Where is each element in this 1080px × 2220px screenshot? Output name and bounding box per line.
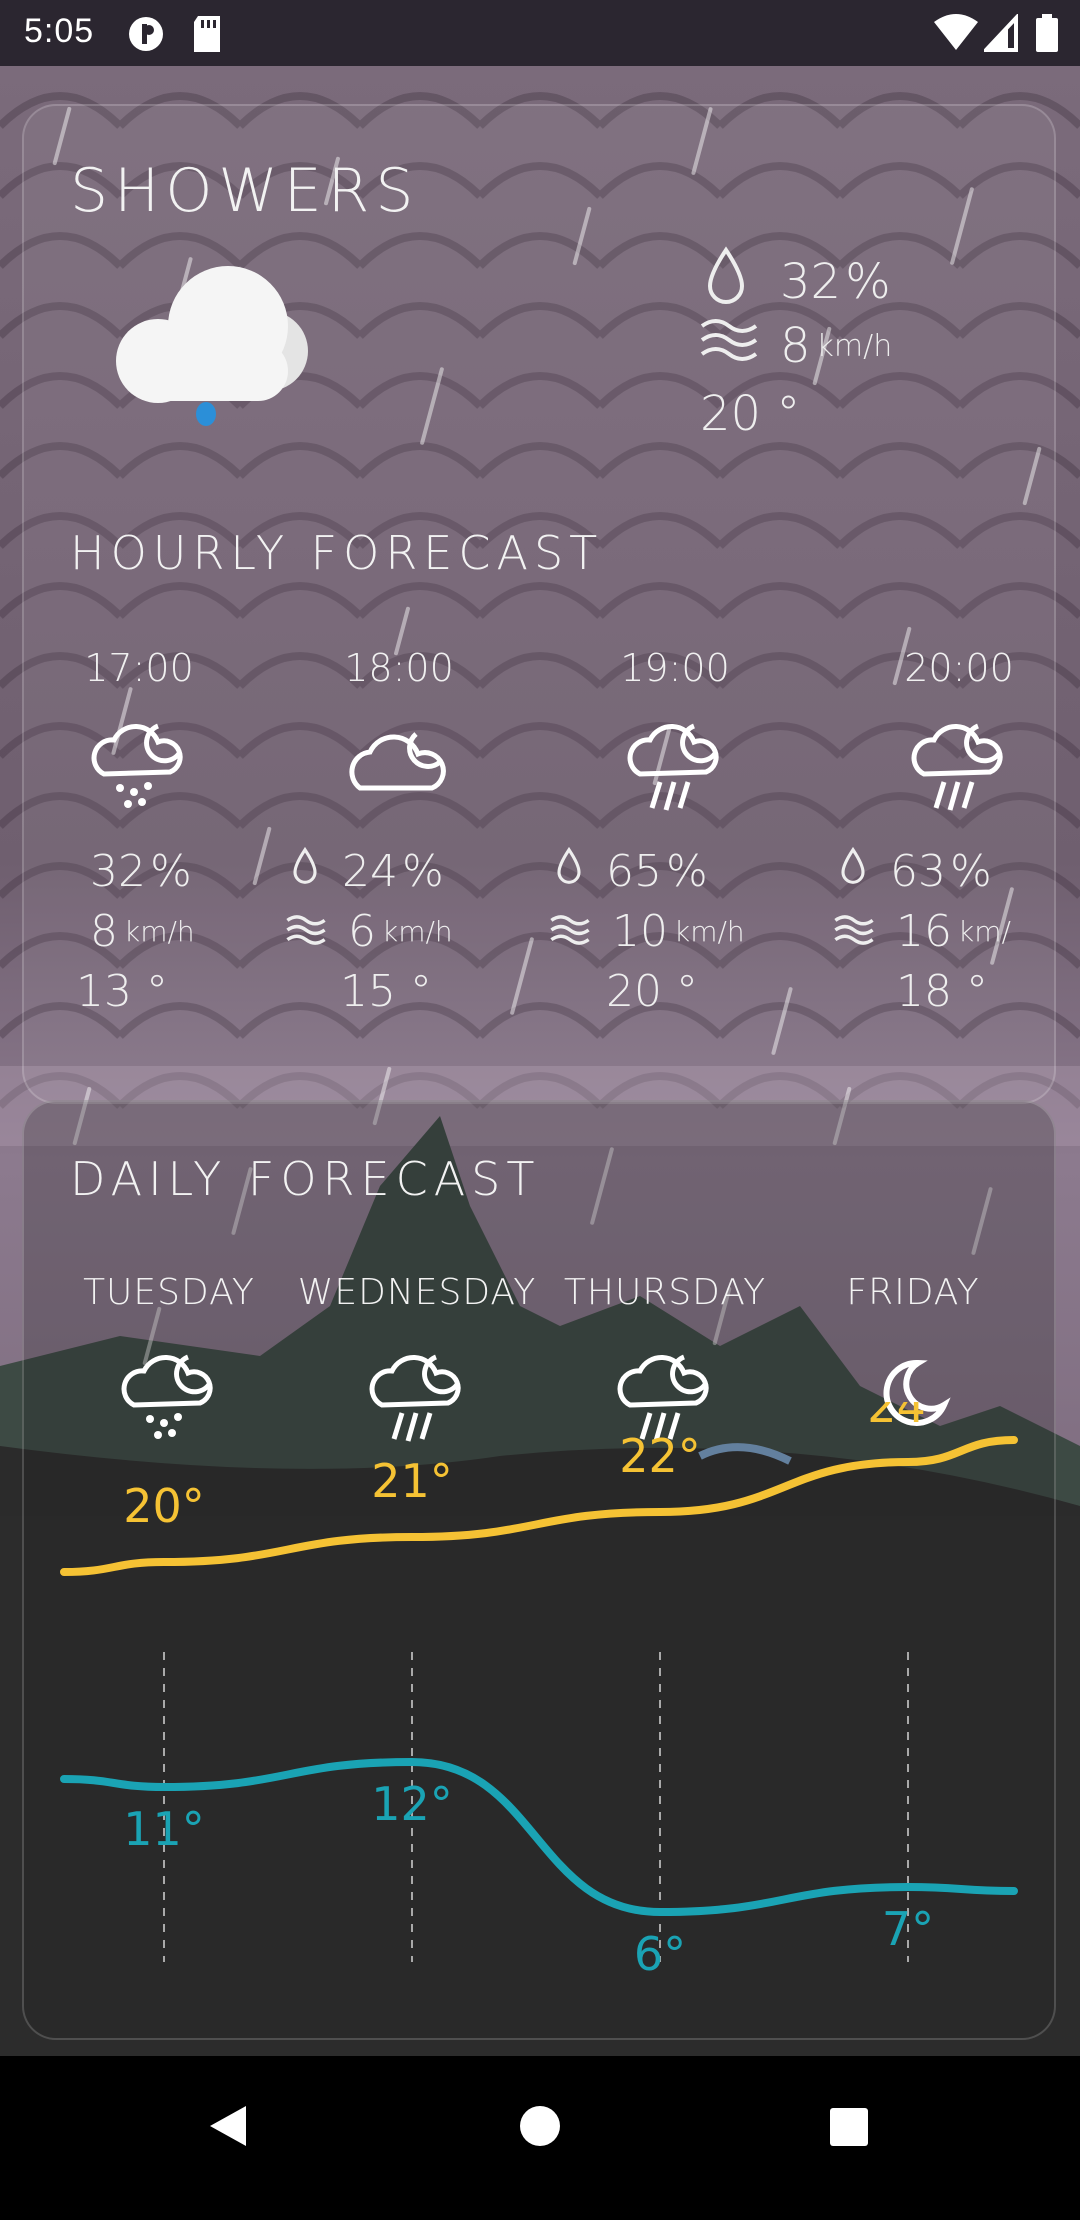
hourly-temp: 18 ° — [896, 966, 988, 1017]
high-temp-label: 24° — [867, 1402, 949, 1433]
droplet-icon — [554, 846, 584, 897]
status-time: 5:05 — [24, 12, 95, 50]
low-temp-label: 6° — [634, 1927, 686, 1981]
hourly-wind-unit: km/ — [958, 915, 1011, 948]
wind-waves-icon — [286, 906, 326, 957]
hourly-humidity: 24% — [290, 846, 444, 897]
wind-waves-icon — [700, 318, 758, 374]
hourly-humidity-value: 24 — [342, 846, 398, 897]
hourly-humidity: 32% — [90, 846, 192, 897]
wind-value: 8 — [780, 318, 811, 374]
sd-card-icon — [190, 14, 224, 63]
low-temp-label: 11° — [123, 1802, 205, 1856]
battery-icon — [1036, 14, 1058, 61]
low-temp-label: 12° — [371, 1777, 453, 1831]
hourly-humidity-value: 32 — [90, 846, 146, 897]
cloud-drizzle-icon — [88, 246, 318, 430]
wind-stat: 8 km/h — [700, 318, 892, 374]
current-temperature: 20 ° — [700, 386, 801, 442]
hourly-wind: 16 km/ — [834, 906, 1011, 957]
hourly-wind-value: 6 — [348, 906, 376, 957]
hourly-humidity: 65% — [554, 846, 708, 897]
signal-icon — [981, 12, 1018, 61]
night-cloudy-icon — [344, 712, 454, 812]
hourly-item: 19:00 — [560, 646, 790, 812]
hourly-wind: 6 km/h — [286, 906, 453, 957]
hourly-wind: 8 km/h — [90, 906, 195, 957]
high-temp-label: 21° — [371, 1454, 453, 1508]
hour-time: 17:00 — [84, 646, 194, 690]
day-name: FRIDAY — [846, 1272, 980, 1313]
hourly-wind-unit: km/h — [124, 915, 195, 948]
p-badge-icon — [126, 14, 166, 63]
hourly-temp: 15 ° — [340, 966, 432, 1017]
temperature-chart: 20° 21° 22° 24° 11° 12° 6° 7° — [60, 1402, 1018, 1981]
hourly-forecast-title: HOURLY FORECAST — [70, 526, 604, 580]
hourly-wind: 10 km/h — [550, 906, 745, 957]
day-name: TUESDAY — [83, 1272, 255, 1313]
hourly-wind-unit: km/h — [674, 915, 745, 948]
hourly-wind-unit: km/h — [382, 915, 453, 948]
hourly-temp: 13 ° — [76, 966, 168, 1017]
hourly-humidity-value: 65 — [606, 846, 662, 897]
droplet-icon — [290, 846, 320, 897]
hourly-wind-value: 8 — [90, 906, 118, 957]
hourly-humidity-value: 63 — [890, 846, 946, 897]
hourly-item: 17:00 — [24, 646, 254, 812]
wifi-icon — [934, 14, 978, 61]
droplet-icon — [702, 246, 750, 318]
low-temp-label: 7° — [882, 1902, 934, 1956]
hourly-humidity-unit: % — [950, 846, 992, 897]
daily-forecast-title: DAILY FORECAST — [70, 1152, 541, 1206]
daily-forecast-card: DAILY FORECAST TUESDAY WEDNESDAY THURSDA… — [22, 1100, 1056, 2040]
hourly-temp: 20 ° — [606, 966, 698, 1017]
hourly-humidity-unit: % — [402, 846, 444, 897]
hourly-humidity-unit: % — [150, 846, 192, 897]
condition-title: SHOWERS — [70, 156, 420, 226]
wind-waves-icon — [834, 906, 874, 957]
current-weather-card: SHOWERS 32 % 8 km/h 20 ° HOURLY FORECAST… — [22, 104, 1056, 1104]
hourly-humidity: 63% — [838, 846, 992, 897]
wind-unit: km/h — [816, 328, 893, 364]
hour-time: 20:00 — [904, 646, 1014, 690]
status-bar: 5:05 — [0, 0, 1080, 66]
hourly-humidity-unit: % — [666, 846, 708, 897]
day-name: WEDNESDAY — [297, 1272, 537, 1313]
droplet-icon — [838, 846, 868, 897]
humidity-stat: 32 % — [702, 246, 891, 318]
night-rain-icon — [620, 712, 730, 812]
high-temp-label: 20° — [123, 1479, 205, 1533]
night-rain-icon — [904, 712, 1014, 812]
hourly-wind-value: 10 — [612, 906, 668, 957]
day-name: THURSDAY — [563, 1272, 767, 1313]
wind-waves-icon — [550, 906, 590, 957]
hourly-item: 20:00 — [844, 646, 1074, 812]
back-icon[interactable] — [206, 2102, 250, 2154]
humidity-unit: % — [845, 254, 891, 310]
hourly-item: 18:00 — [284, 646, 514, 812]
high-temp-line — [60, 1436, 1018, 1576]
high-temp-label: 22° — [619, 1429, 701, 1483]
low-temp-line — [60, 1757, 1018, 1917]
hour-time: 19:00 — [620, 646, 730, 690]
humidity-value: 32 — [780, 254, 842, 310]
hour-time: 18:00 — [344, 646, 454, 690]
home-icon[interactable] — [518, 2104, 562, 2152]
navigation-bar — [0, 2056, 1080, 2220]
hourly-wind-value: 16 — [896, 906, 952, 957]
night-sleet-icon — [84, 712, 194, 812]
recents-icon[interactable] — [828, 2106, 870, 2152]
